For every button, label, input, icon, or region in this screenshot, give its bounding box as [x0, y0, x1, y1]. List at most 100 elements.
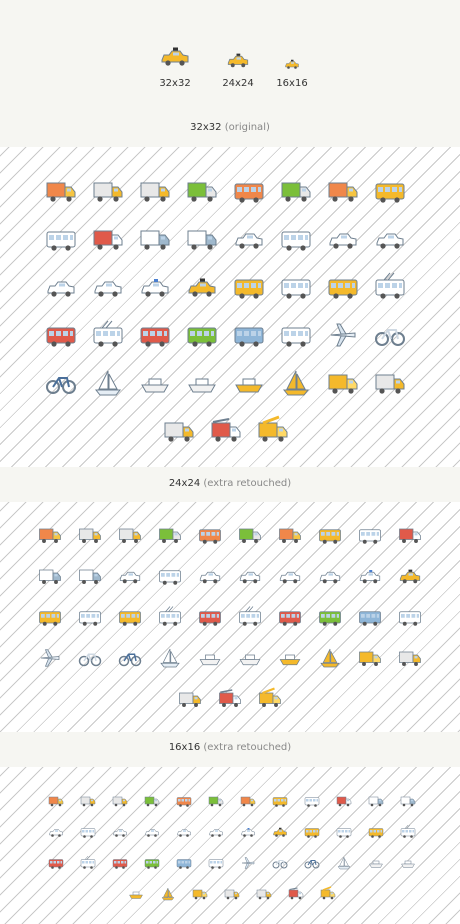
white-van-icon	[135, 219, 175, 259]
sailboat-icon	[153, 641, 187, 675]
flatbed-truck-icon	[76, 789, 100, 813]
green-truck-icon	[153, 518, 187, 552]
white-hatchback-icon	[41, 267, 81, 307]
red-tram-icon	[108, 851, 132, 875]
preview-taxi-16: 16x16	[272, 56, 312, 89]
white-ship-icon	[182, 363, 222, 403]
airplane-icon	[236, 851, 260, 875]
cruise-ship-icon	[364, 851, 388, 875]
green-cargo-truck-icon	[233, 518, 267, 552]
icon-panel-16	[0, 767, 460, 924]
orange-truck-icon	[33, 518, 67, 552]
white-high-speed-train-icon	[276, 315, 316, 355]
section-note-24: (extra retouched)	[203, 478, 292, 489]
white-suv-icon	[233, 559, 267, 593]
icon-grid-16	[0, 767, 460, 924]
cement-mixer-icon	[370, 363, 410, 403]
white-trolley-bus-icon	[396, 820, 420, 844]
tanker-truck-icon	[159, 411, 199, 451]
white-bus-icon	[76, 820, 100, 844]
white-trolley-bus-icon	[370, 267, 410, 307]
white-bus-icon	[153, 559, 187, 593]
cement-mixer-icon	[220, 882, 244, 906]
orange-van-truck-icon	[273, 518, 307, 552]
white-coach-icon	[276, 267, 316, 307]
airplane-icon	[33, 641, 67, 675]
bicycle-icon	[268, 851, 292, 875]
preview-taxi-32: 32x32	[155, 40, 195, 89]
orange-van-truck-icon	[236, 789, 260, 813]
green-train-icon	[140, 851, 164, 875]
white-van-icon	[364, 789, 388, 813]
white-ship-icon	[396, 851, 420, 875]
green-truck-icon	[182, 171, 222, 211]
white-limousine-icon	[313, 559, 347, 593]
red-double-decker-icon	[41, 315, 81, 355]
preview-label-24: 24x24	[222, 78, 254, 89]
yellow-boat-icon	[273, 641, 307, 675]
white-van-icon	[33, 559, 67, 593]
icon-panel-24	[0, 502, 460, 732]
icon-grid-24	[0, 502, 460, 732]
white-minibus-icon	[41, 219, 81, 259]
tanker-truck-icon	[173, 682, 207, 716]
blue-tram-icon	[353, 600, 387, 634]
police-car-icon	[353, 559, 387, 593]
red-double-decker-icon	[44, 851, 68, 875]
section-note-16: (extra retouched)	[203, 742, 292, 753]
section-size-16: 16x16	[168, 742, 201, 753]
taxi-icon	[155, 40, 195, 72]
red-double-decker-icon	[193, 600, 227, 634]
tractor-icon	[323, 363, 363, 403]
blue-tram-icon	[172, 851, 196, 875]
orange-double-truck-icon	[172, 789, 196, 813]
red-tram-icon	[135, 315, 175, 355]
white-suv-icon	[370, 219, 410, 259]
yellow-bus-icon	[370, 171, 410, 211]
tow-truck-icon	[108, 789, 132, 813]
green-cargo-truck-icon	[276, 171, 316, 211]
white-pickup-icon	[229, 219, 269, 259]
bicycle-icon	[370, 315, 410, 355]
section-title-24: 24x24 (extra retouched)	[0, 478, 460, 489]
green-train-icon	[182, 315, 222, 355]
yellow-sailship-icon	[156, 882, 180, 906]
ambulance-icon	[88, 219, 128, 259]
motorcycle-icon	[41, 363, 81, 403]
fire-truck-icon	[284, 882, 308, 906]
white-sedan-icon	[193, 559, 227, 593]
tanker-truck-icon	[252, 882, 276, 906]
cruise-ship-icon	[135, 363, 175, 403]
motorcycle-icon	[300, 851, 324, 875]
icon-panel-32	[0, 147, 460, 467]
sailboat-icon	[332, 851, 356, 875]
white-ship-icon	[233, 641, 267, 675]
white-limousine-icon	[204, 820, 228, 844]
preview-label-32: 32x32	[159, 78, 191, 89]
section-note-32: (original)	[224, 122, 270, 133]
crane-truck-icon	[253, 411, 293, 451]
airplane-icon	[323, 315, 363, 355]
preview-area: 32x32 24x24 16x16	[0, 0, 460, 110]
white-pickup-icon	[113, 559, 147, 593]
ambulance-icon	[393, 518, 427, 552]
crane-truck-icon	[316, 882, 340, 906]
white-delivery-van-icon	[182, 219, 222, 259]
tractor-icon	[188, 882, 212, 906]
yellow-bus-icon	[268, 789, 292, 813]
taxi-icon	[218, 48, 258, 72]
bicycle-icon	[73, 641, 107, 675]
icon-grid-32	[0, 147, 460, 467]
section-title-16: 16x16 (extra retouched)	[0, 742, 460, 753]
fire-truck-icon	[206, 411, 246, 451]
preview-label-16: 16x16	[276, 78, 308, 89]
green-train-icon	[313, 600, 347, 634]
flatbed-truck-icon	[88, 171, 128, 211]
yellow-sailship-icon	[313, 641, 347, 675]
section-title-32: 32x32 (original)	[0, 122, 460, 133]
white-high-speed-train-icon	[393, 600, 427, 634]
white-sedan-icon	[108, 820, 132, 844]
tractor-icon	[353, 641, 387, 675]
green-cargo-truck-icon	[204, 789, 228, 813]
yellow-coach-icon	[113, 600, 147, 634]
